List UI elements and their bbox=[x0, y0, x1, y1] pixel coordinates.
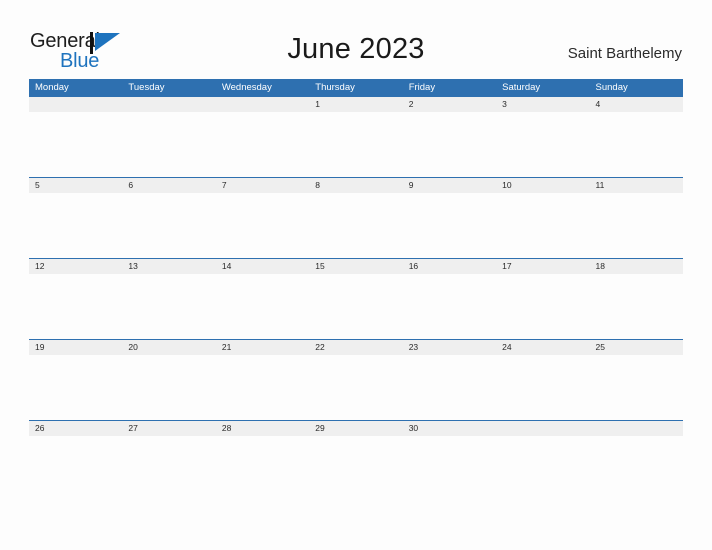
week-date-band: 19 20 21 22 23 24 25 bbox=[29, 339, 683, 355]
day-cell[interactable]: 26 bbox=[29, 421, 122, 436]
weekday-header-friday: Friday bbox=[408, 82, 436, 93]
weekday-header-saturday: Saturday bbox=[502, 82, 541, 93]
week-date-band: 1 2 3 4 bbox=[29, 96, 683, 112]
week-row: 5 6 7 8 9 10 11 bbox=[29, 177, 683, 259]
day-cell[interactable]: 18 bbox=[590, 259, 683, 274]
day-cell[interactable]: 1 bbox=[309, 97, 402, 112]
week-row: 12 13 14 15 16 17 18 bbox=[29, 258, 683, 340]
day-cell[interactable] bbox=[496, 421, 589, 436]
week-date-band: 12 13 14 15 16 17 18 bbox=[29, 258, 683, 274]
day-cell[interactable]: 29 bbox=[309, 421, 402, 436]
day-cell[interactable]: 14 bbox=[216, 259, 309, 274]
week-row: 26 27 28 29 30 bbox=[29, 420, 683, 502]
week-date-band: 5 6 7 8 9 10 11 bbox=[29, 177, 683, 193]
day-cell[interactable]: 19 bbox=[29, 340, 122, 355]
weekday-header-row: Monday Tuesday Wednesday Thursday Friday… bbox=[29, 79, 683, 96]
day-cell[interactable] bbox=[29, 97, 122, 112]
day-cell[interactable] bbox=[590, 421, 683, 436]
week-note-area[interactable] bbox=[29, 436, 683, 502]
day-cell[interactable]: 6 bbox=[122, 178, 215, 193]
week-date-band: 26 27 28 29 30 bbox=[29, 420, 683, 436]
region-label: Saint Barthelemy bbox=[567, 45, 682, 62]
week-note-area[interactable] bbox=[29, 193, 683, 259]
week-row: 19 20 21 22 23 24 25 bbox=[29, 339, 683, 421]
day-cell[interactable]: 13 bbox=[122, 259, 215, 274]
week-note-area[interactable] bbox=[29, 274, 683, 340]
calendar-page: General Blue June 2023 Saint Barthelemy … bbox=[0, 0, 712, 550]
day-cell[interactable]: 7 bbox=[216, 178, 309, 193]
day-cell[interactable]: 27 bbox=[122, 421, 215, 436]
day-cell[interactable]: 5 bbox=[29, 178, 122, 193]
day-cell[interactable]: 12 bbox=[29, 259, 122, 274]
day-cell[interactable]: 25 bbox=[590, 340, 683, 355]
day-cell[interactable] bbox=[216, 97, 309, 112]
day-cell[interactable]: 15 bbox=[309, 259, 402, 274]
day-cell[interactable]: 4 bbox=[590, 97, 683, 112]
weekday-header-monday: Monday bbox=[35, 82, 69, 93]
day-cell[interactable]: 28 bbox=[216, 421, 309, 436]
week-row: 1 2 3 4 bbox=[29, 96, 683, 178]
day-cell[interactable]: 22 bbox=[309, 340, 402, 355]
week-note-area[interactable] bbox=[29, 112, 683, 178]
weekday-header-wednesday: Wednesday bbox=[221, 82, 272, 93]
page-header: General Blue June 2023 Saint Barthelemy bbox=[0, 0, 712, 78]
day-cell[interactable]: 21 bbox=[216, 340, 309, 355]
day-cell[interactable]: 8 bbox=[309, 178, 402, 193]
day-cell[interactable]: 17 bbox=[496, 259, 589, 274]
weekday-header-sunday: Sunday bbox=[595, 82, 628, 93]
day-cell[interactable]: 9 bbox=[403, 178, 496, 193]
day-cell[interactable]: 3 bbox=[496, 97, 589, 112]
calendar-grid: Monday Tuesday Wednesday Thursday Friday… bbox=[29, 79, 683, 502]
day-cell[interactable]: 24 bbox=[496, 340, 589, 355]
day-cell[interactable]: 16 bbox=[403, 259, 496, 274]
weekday-header-tuesday: Tuesday bbox=[128, 82, 165, 93]
week-note-area[interactable] bbox=[29, 355, 683, 421]
day-cell[interactable]: 20 bbox=[122, 340, 215, 355]
day-cell[interactable]: 10 bbox=[496, 178, 589, 193]
weekday-header-thursday: Thursday bbox=[315, 82, 355, 93]
day-cell[interactable]: 30 bbox=[403, 421, 496, 436]
day-cell[interactable]: 11 bbox=[590, 178, 683, 193]
day-cell[interactable] bbox=[122, 97, 215, 112]
day-cell[interactable]: 2 bbox=[403, 97, 496, 112]
day-cell[interactable]: 23 bbox=[403, 340, 496, 355]
